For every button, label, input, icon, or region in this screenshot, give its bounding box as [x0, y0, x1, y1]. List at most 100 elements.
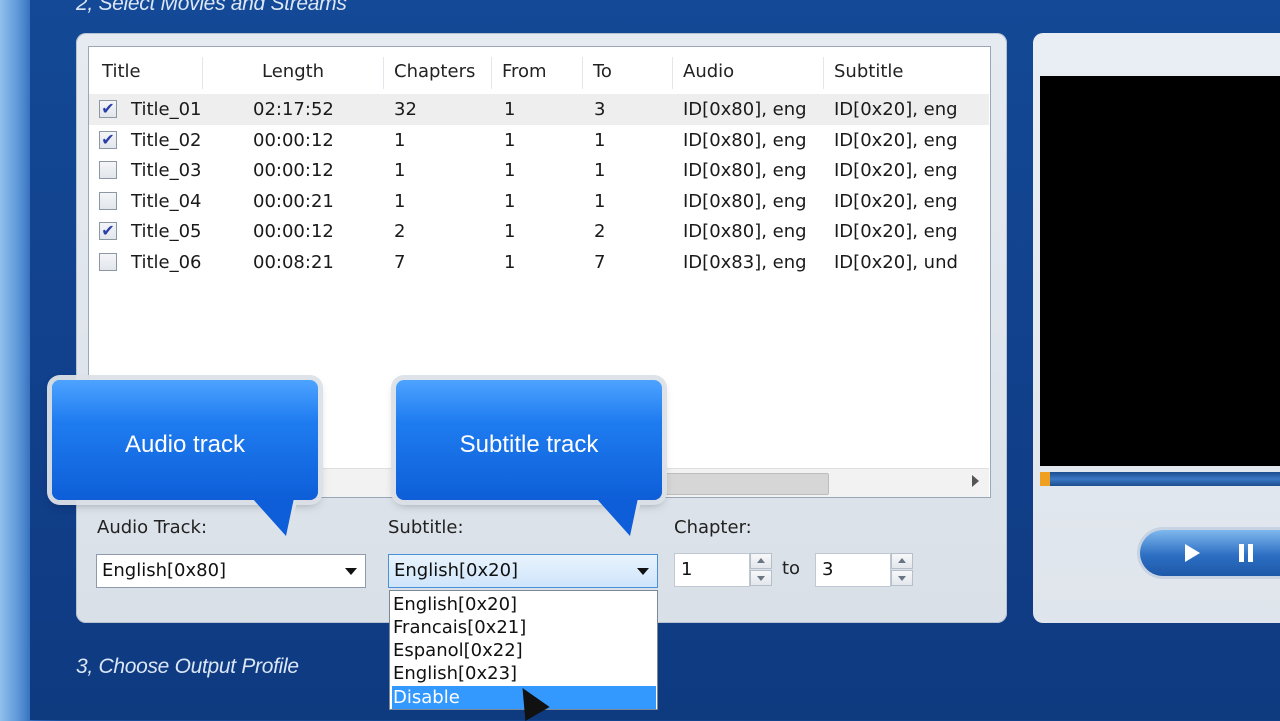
- callout-audio-track: Audio track: [52, 380, 318, 500]
- cell-to: 2: [594, 221, 606, 243]
- cell-title: Title_04: [131, 190, 202, 212]
- scroll-right-arrow-icon[interactable]: [972, 475, 979, 487]
- chapter-to-decrement-button[interactable]: [891, 570, 913, 586]
- cell-length: 00:08:21: [253, 252, 334, 273]
- chapter-from-increment-button[interactable]: [750, 553, 772, 569]
- cell-title: Title_05: [131, 221, 202, 243]
- column-divider: [672, 57, 673, 89]
- row-checkbox[interactable]: [99, 253, 117, 271]
- cell-from: 1: [504, 190, 516, 212]
- row-checkbox[interactable]: ✔: [99, 221, 117, 241]
- cell-audio: ID[0x80], eng: [683, 129, 807, 151]
- cell-to: 1: [594, 160, 606, 182]
- cell-from: 1: [504, 129, 516, 151]
- table-row[interactable]: ✔ Title_02 00:00:12 1 1 1 ID[0x80], eng ID[0x20…: [89, 125, 989, 156]
- cell-audio: ID[0x80], eng: [683, 190, 807, 212]
- cell-length: 00:00:21: [253, 190, 334, 212]
- cell-audio: ID[0x83], eng: [683, 252, 807, 273]
- column-header-title[interactable]: Title: [102, 47, 141, 97]
- cell-subtitle: ID[0x20], eng: [834, 129, 958, 151]
- chevron-down-icon: [898, 576, 906, 581]
- table-row[interactable]: Title_06 00:08:21 7 1 7 ID[0x83], eng ID[0x20]…: [89, 247, 989, 278]
- checkmark-icon: ✔: [101, 99, 115, 118]
- chapter-from-input[interactable]: 1: [674, 553, 750, 587]
- chevron-down-icon: [637, 568, 649, 575]
- chevron-down-icon: [757, 576, 765, 581]
- chapter-from-decrement-button[interactable]: [750, 570, 772, 586]
- checkmark-icon: ✔: [101, 221, 115, 241]
- row-checkbox[interactable]: ✔: [99, 129, 117, 149]
- table-row[interactable]: Title_04 00:00:21 1 1 1 ID[0x80], eng ID[0x20]…: [89, 186, 989, 217]
- row-checkbox[interactable]: [99, 161, 117, 180]
- checkmark-icon: ✔: [101, 129, 115, 149]
- section-heading-select-movies: 2, Select Movies and Streams: [76, 0, 347, 15]
- callout-pointer: [252, 498, 294, 536]
- cell-chapters: 1: [394, 129, 406, 151]
- cell-title: Title_02: [131, 129, 202, 151]
- cell-length: 00:00:12: [253, 160, 334, 182]
- subtitle-value: English[0x20]: [394, 560, 519, 581]
- cell-audio: ID[0x80], eng: [683, 99, 807, 120]
- cell-from: 1: [504, 252, 516, 273]
- section-heading-output-profile: 3, Choose Output Profile: [76, 655, 299, 678]
- dropdown-option[interactable]: English[0x20]: [392, 593, 656, 616]
- callout-subtitle-track: Subtitle track: [396, 380, 662, 500]
- audio-track-label: Audio Track:: [97, 517, 208, 538]
- column-header-chapters[interactable]: Chapters: [394, 47, 475, 97]
- dropdown-option[interactable]: Francais[0x21]: [392, 616, 656, 639]
- play-icon[interactable]: [1185, 544, 1200, 562]
- chapter-to-label: to: [782, 558, 801, 579]
- column-header-to[interactable]: To: [593, 47, 612, 97]
- cell-title: Title_01: [131, 99, 202, 120]
- table-row[interactable]: ✔ Title_01 02:17:52 32 1 3 ID[0x80], eng ID[0x2…: [89, 94, 989, 125]
- audio-track-select[interactable]: English[0x80]: [96, 554, 366, 588]
- cell-to: 7: [594, 252, 606, 273]
- seek-bar[interactable]: [1040, 472, 1280, 486]
- cell-length: 02:17:52: [253, 99, 334, 120]
- column-header-from[interactable]: From: [502, 47, 547, 97]
- cell-subtitle: ID[0x20], eng: [834, 190, 958, 212]
- chapter-to-increment-button[interactable]: [891, 553, 913, 569]
- cell-subtitle: ID[0x20], und: [834, 252, 958, 273]
- column-header-length[interactable]: Length: [262, 47, 324, 97]
- cell-chapters: 32: [394, 99, 417, 120]
- column-header-subtitle[interactable]: Subtitle: [834, 47, 903, 97]
- video-preview-screen: [1040, 76, 1280, 466]
- cell-from: 1: [504, 160, 516, 182]
- chevron-down-icon: [345, 568, 357, 575]
- cell-chapters: 1: [394, 160, 406, 182]
- chapter-label: Chapter:: [674, 517, 752, 538]
- row-checkbox[interactable]: [99, 191, 117, 210]
- cell-audio: ID[0x80], eng: [683, 221, 807, 243]
- cell-subtitle: ID[0x20], eng: [834, 160, 958, 182]
- cell-from: 1: [504, 99, 516, 120]
- column-divider: [383, 57, 384, 89]
- column-divider: [582, 57, 583, 89]
- cell-to: 3: [594, 99, 606, 120]
- subtitle-select[interactable]: English[0x20]: [388, 554, 658, 588]
- chevron-up-icon: [898, 558, 906, 563]
- cell-chapters: 1: [394, 190, 406, 212]
- cell-chapters: 2: [394, 221, 406, 243]
- column-divider: [823, 57, 824, 89]
- chapter-to-input[interactable]: 3: [815, 553, 891, 587]
- cell-audio: ID[0x80], eng: [683, 160, 807, 182]
- cell-subtitle: ID[0x20], eng: [834, 221, 958, 243]
- pause-icon[interactable]: [1239, 544, 1255, 562]
- table-row[interactable]: ✔ Title_05 00:00:12 2 1 2 ID[0x80], eng ID[0x20…: [89, 216, 989, 247]
- seek-handle[interactable]: [1040, 472, 1050, 486]
- cell-length: 00:00:12: [253, 221, 334, 243]
- subtitle-label: Subtitle:: [388, 517, 464, 538]
- cell-to: 1: [594, 190, 606, 212]
- table-row[interactable]: Title_03 00:00:12 1 1 1 ID[0x80], eng ID[0x20]…: [89, 155, 989, 186]
- list-header: Title Length Chapters From To Audio Subt…: [89, 47, 990, 97]
- chevron-up-icon: [757, 558, 765, 563]
- row-checkbox[interactable]: ✔: [99, 100, 117, 118]
- dropdown-option[interactable]: Espanol[0x22]: [392, 639, 656, 662]
- cell-from: 1: [504, 221, 516, 243]
- column-header-audio[interactable]: Audio: [683, 47, 734, 97]
- cell-chapters: 7: [394, 252, 406, 273]
- column-divider: [202, 57, 203, 89]
- dropdown-option[interactable]: English[0x23]: [392, 662, 656, 685]
- cell-subtitle: ID[0x20], eng: [834, 99, 958, 120]
